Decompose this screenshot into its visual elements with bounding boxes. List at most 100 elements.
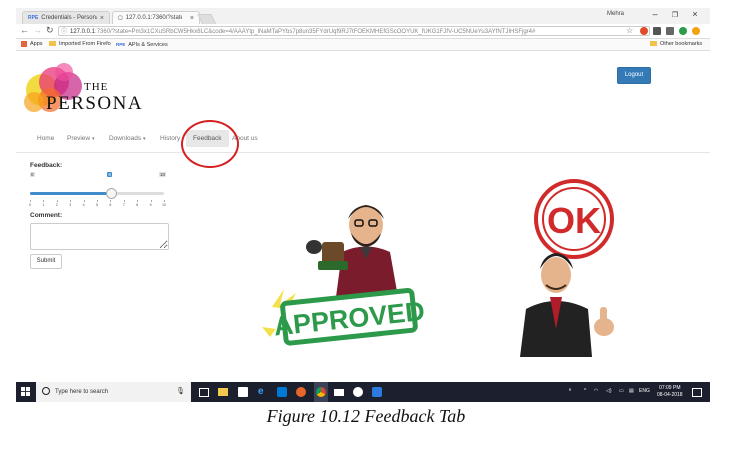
close-window-icon[interactable]: × <box>688 9 702 19</box>
chrome-icon <box>316 387 326 397</box>
store-icon[interactable] <box>238 387 248 397</box>
opera-extension-icon[interactable] <box>640 27 648 35</box>
minimize-icon[interactable]: – <box>648 9 662 19</box>
green-extension-icon[interactable] <box>679 27 687 35</box>
app-circle-icon[interactable] <box>353 387 363 397</box>
edge-icon[interactable]: e <box>258 387 268 397</box>
slider-tick-label: 0 <box>29 203 31 207</box>
tab-strip: RPECredentials - Personality× ▢127.0.0.1… <box>16 8 710 25</box>
task-view-icon[interactable] <box>199 388 209 397</box>
slider-tick-label: 7 <box>122 203 125 207</box>
slider-tick-label: 1 <box>42 203 45 207</box>
nav-preview[interactable]: Preview ▾ <box>67 135 94 142</box>
slider-tick-label: 8 <box>136 203 139 207</box>
microphone-icon[interactable]: 🎙 <box>176 382 185 402</box>
slider-tick <box>43 200 45 202</box>
mail-icon[interactable] <box>334 389 344 396</box>
url-host: 127.0.0.1 <box>70 29 96 35</box>
app-blue-icon[interactable] <box>372 387 382 397</box>
reload-icon[interactable]: ↻ <box>46 25 54 36</box>
tab-localhost[interactable]: ▢127.0.0.1:7360/?state=P× <box>112 11 200 25</box>
shield-extension-icon[interactable] <box>666 27 674 35</box>
main-navbar: Home Preview ▾ Downloads ▾ History Feedb… <box>16 130 710 153</box>
file-explorer-icon[interactable] <box>218 388 228 396</box>
slider-tick <box>30 200 31 202</box>
network-icon[interactable]: ▤ <box>629 388 634 394</box>
folder-icon <box>49 41 56 47</box>
nav-label: Preview <box>67 135 91 142</box>
language-indicator[interactable]: ENG <box>639 388 650 394</box>
bookmarks-bar: Apps Imported From Firefo RPE APIs & Serv… <box>16 39 710 51</box>
slider-tick <box>70 200 72 202</box>
chevron-down-icon: ▾ <box>142 136 146 142</box>
bookmark-apps[interactable]: Apps <box>21 39 43 50</box>
notifications-icon[interactable] <box>692 388 702 397</box>
slider-tick-label: 4 <box>82 203 85 207</box>
slider-handle[interactable] <box>106 188 118 199</box>
nav-label: History <box>160 135 181 142</box>
chrome-taskbar-button[interactable] <box>314 382 328 402</box>
windows-start-icon[interactable] <box>21 387 30 396</box>
slider-value-label: 6 <box>107 172 112 177</box>
forward-icon[interactable]: → <box>33 25 42 35</box>
taskbar-clock[interactable]: 07:09 PM 08-04-2018 <box>657 385 683 399</box>
search-placeholder: Type here to search <box>55 389 109 395</box>
ok-stamp-text: OK <box>547 200 601 241</box>
logout-button[interactable]: Logout <box>617 67 651 84</box>
maximize-icon[interactable]: ❐ <box>668 11 682 19</box>
slider-ticks: 0 1 2 3 4 5 6 7 8 9 10 <box>29 200 166 208</box>
clock-date: 08-04-2018 <box>657 392 683 398</box>
submit-button[interactable]: Submit <box>30 254 62 269</box>
slider-tick <box>137 200 139 202</box>
taskbar-search-input[interactable]: Type here to search 🎙 <box>36 382 191 402</box>
logo-the-text: THE <box>84 81 109 93</box>
persona-page: Logout THE PERSONA Home Preview ▾ Downlo… <box>16 51 710 382</box>
face-icon <box>541 257 571 293</box>
slider-tick-label: 5 <box>96 203 98 207</box>
ok-sticker-illustration: OK <box>520 179 614 357</box>
info-icon[interactable]: ⓘ <box>61 27 67 35</box>
clock-time: 07:09 PM <box>659 385 681 391</box>
slider-tick-label: 3 <box>69 203 72 207</box>
slider-track[interactable] <box>30 188 164 199</box>
bookmark-label: Apps <box>30 41 43 47</box>
mail-app-icon[interactable] <box>277 387 287 397</box>
bookmark-other[interactable]: Other bookmarks <box>650 39 702 50</box>
volume-icon[interactable]: ◁) <box>606 388 612 394</box>
feedback-slider[interactable]: 0 6 10 0 1 2 3 4 5 6 7 8 9 10 <box>29 172 166 207</box>
star-bookmark-icon[interactable]: ☆ <box>626 26 633 35</box>
tab-credentials[interactable]: RPECredentials - Personality× <box>22 11 110 25</box>
nav-history[interactable]: History <box>160 135 180 142</box>
slider-min-label: 0 <box>30 172 35 177</box>
url-field[interactable]: ⓘ 127.0.0.1:7360/?state=Pm3x1CXuSRbCW5Hkx… <box>58 26 650 36</box>
url-path: :7360/?state=Pm3x1CXuSRbCW5Hkx8LC&code=4… <box>95 29 536 35</box>
slider-tick <box>110 200 112 202</box>
bookmark-label: Other bookmarks <box>660 41 703 47</box>
slider-fill <box>30 192 111 195</box>
pocket-extension-icon[interactable] <box>653 27 661 35</box>
back-icon[interactable]: ← <box>20 25 29 35</box>
stamp-icon <box>322 242 344 264</box>
bookmark-imported[interactable]: Imported From Firefo <box>49 39 111 50</box>
bookmark-apis[interactable]: RPE APIs & Services <box>116 39 168 51</box>
browser-window: RPECredentials - Personality× ▢127.0.0.1… <box>16 8 710 402</box>
nav-home[interactable]: Home <box>37 135 54 142</box>
nav-downloads[interactable]: Downloads ▾ <box>109 135 146 142</box>
firefox-icon[interactable] <box>296 387 306 397</box>
people-icon[interactable]: ᴿ <box>569 388 571 394</box>
persona-logo[interactable]: THE PERSONA <box>20 60 160 130</box>
slider-tick <box>83 200 85 202</box>
apps-grid-icon <box>21 40 27 47</box>
nav-label: Downloads <box>109 135 142 142</box>
browser-user[interactable]: Mehra <box>607 11 624 17</box>
orange-extension-icon[interactable] <box>692 27 700 35</box>
bookmark-label: Imported From Firefo <box>59 41 111 47</box>
chevron-up-icon[interactable]: ^ <box>584 388 586 394</box>
comment-textarea[interactable] <box>30 223 169 250</box>
nav-label: Home <box>37 135 55 142</box>
wifi-icon[interactable]: ◠ <box>594 388 598 394</box>
slider-tick <box>150 200 152 202</box>
slider-max-label: 10 <box>158 172 166 177</box>
ok-stamp-icon: OK <box>534 179 614 259</box>
battery-icon[interactable]: ▭ <box>619 388 624 394</box>
